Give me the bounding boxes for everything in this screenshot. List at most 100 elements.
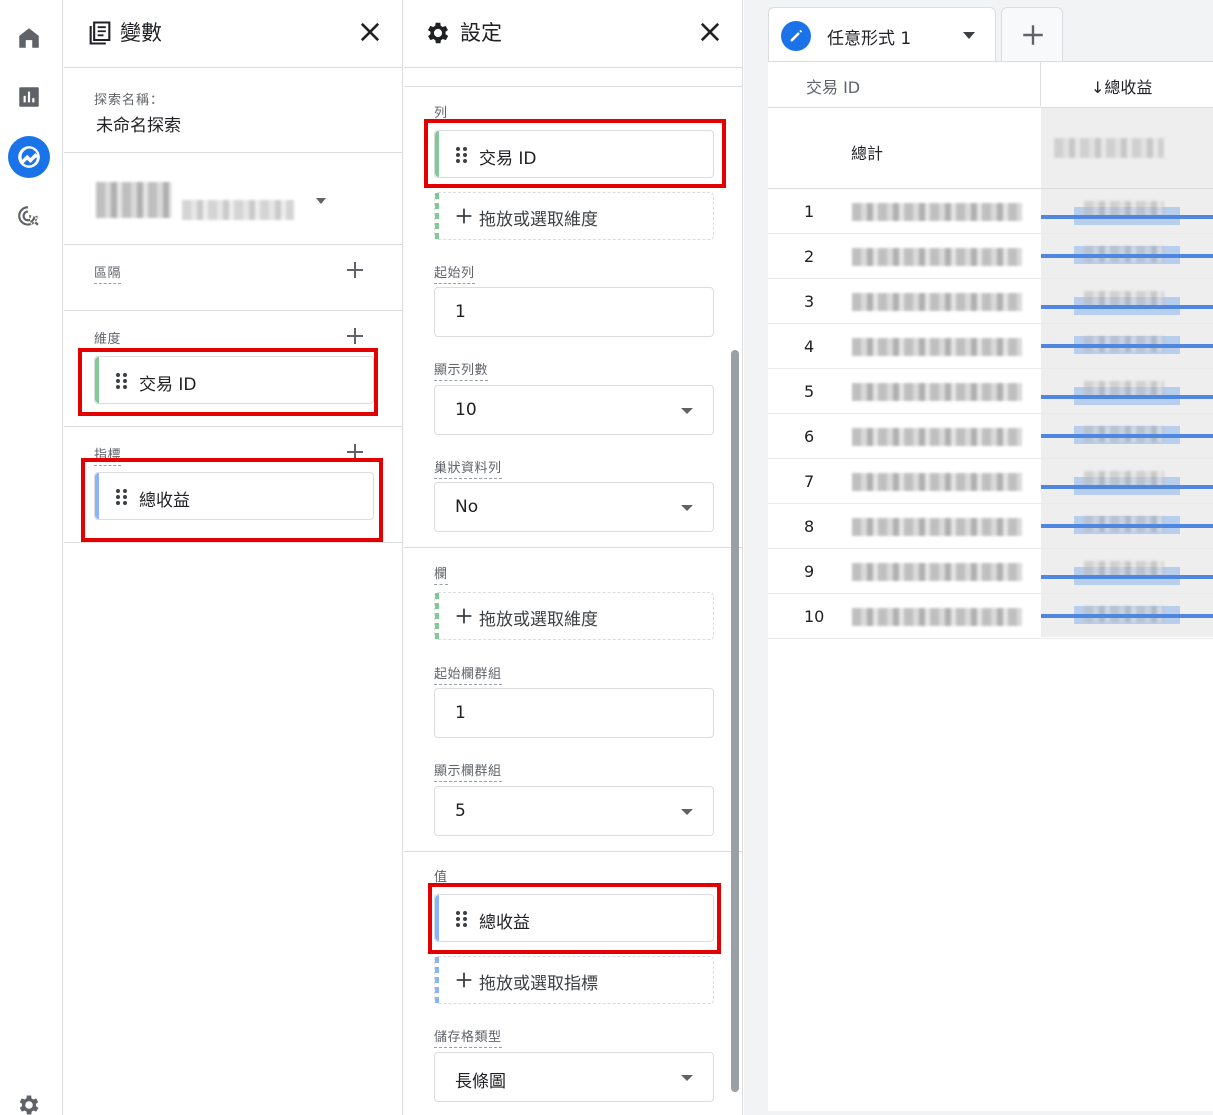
divider: [404, 86, 742, 87]
metric-chip-label: 總收益: [139, 491, 190, 511]
gear-icon[interactable]: [8, 1084, 50, 1115]
tab-freeform[interactable]: 任意形式 1: [768, 7, 996, 61]
chevron-down-icon: [681, 1075, 693, 1081]
redacted-transaction-id: [852, 248, 1022, 266]
add-tab-button[interactable]: [1001, 7, 1063, 61]
start-row-input[interactable]: 1: [434, 287, 714, 337]
rows-drop-label: 拖放或選取維度: [479, 210, 598, 230]
nested-rows-label: 巢狀資料列: [434, 457, 502, 479]
revenue-bar: [1041, 485, 1213, 489]
metric-color-bar: [435, 895, 439, 941]
redacted-transaction-id: [852, 608, 1022, 626]
start-row-value: 1: [455, 302, 466, 322]
table-row[interactable]: 4: [768, 324, 1213, 369]
table-row[interactable]: 9: [768, 549, 1213, 594]
divider: [404, 851, 742, 852]
metric-color-bar: [95, 473, 99, 519]
show-col-groups-select[interactable]: 5: [434, 786, 714, 836]
table-row[interactable]: 1: [768, 189, 1213, 234]
date-range-selector[interactable]: [94, 178, 334, 224]
exploration-name[interactable]: 未命名探索: [96, 111, 181, 136]
show-col-groups-label: 顯示欄群組: [434, 760, 502, 782]
chevron-down-icon[interactable]: [963, 32, 975, 39]
plus-icon: [347, 328, 363, 344]
redacted-transaction-id: [852, 383, 1022, 401]
show-rows-select[interactable]: 10: [434, 385, 714, 435]
row-number: 7: [804, 472, 815, 491]
advertising-icon[interactable]: [8, 196, 50, 238]
redacted-transaction-id: [852, 293, 1022, 311]
row-number: 8: [804, 517, 815, 536]
revenue-bar: [1041, 215, 1213, 219]
table-row[interactable]: 6: [768, 414, 1213, 459]
rows-drop-zone[interactable]: 拖放或選取維度: [434, 192, 714, 240]
redacted-total-value: [1054, 138, 1164, 158]
settings-panel: 設定 列 交易 ID 拖放或選取維度 起始列 1 顯示列數 10 巢狀資料列 N…: [404, 0, 743, 1115]
columns-drop-zone[interactable]: 拖放或選取維度: [434, 592, 714, 640]
drag-handle-icon[interactable]: [455, 146, 469, 164]
dimension-color-bar: [435, 131, 439, 177]
plus-icon: [1023, 25, 1043, 45]
table-row[interactable]: 2: [768, 234, 1213, 279]
values-drop-label: 拖放或選取指標: [479, 974, 598, 994]
start-col-group-input[interactable]: 1: [434, 688, 714, 738]
revenue-bar: [1041, 434, 1213, 438]
rows-dimension-chip[interactable]: 交易 ID: [434, 130, 714, 178]
row-number: 10: [804, 607, 825, 626]
add-metric-button[interactable]: [343, 440, 367, 464]
start-row-label: 起始列: [434, 262, 475, 284]
variables-title: 變數: [120, 21, 162, 45]
dimension-chip[interactable]: 交易 ID: [94, 356, 374, 404]
revenue-bar: [1041, 344, 1213, 348]
add-segment-button[interactable]: [343, 258, 367, 282]
plus-icon: [347, 262, 363, 278]
settings-header: 設定: [404, 0, 742, 68]
table-row[interactable]: 7: [768, 459, 1213, 504]
chevron-down-icon: [681, 809, 693, 815]
values-metric-chip[interactable]: 總收益: [434, 894, 714, 942]
row-divider: [768, 638, 1213, 639]
row-number: 1: [804, 202, 815, 221]
drag-handle-icon[interactable]: [455, 910, 469, 928]
drag-handle-icon[interactable]: [115, 372, 129, 390]
rows-label: 列: [434, 106, 448, 121]
close-icon[interactable]: [696, 18, 724, 46]
plus-icon: [347, 444, 363, 460]
reports-icon[interactable]: [8, 76, 50, 118]
start-col-group-label: 起始欄群組: [434, 663, 502, 685]
dimensions-label: 維度: [94, 328, 122, 350]
table-row[interactable]: 10: [768, 594, 1213, 639]
exploration-name-label: 探索名稱：: [94, 93, 165, 108]
table-row[interactable]: 3: [768, 279, 1213, 324]
plus-icon: [456, 208, 472, 224]
metric-chip[interactable]: 總收益: [94, 472, 374, 520]
add-dimension-button[interactable]: [343, 324, 367, 348]
column-header-transaction-id[interactable]: 交易 ID: [806, 74, 860, 98]
gear-icon: [427, 22, 449, 44]
freeform-table: 交易 ID ↓總收益 總計 1 2 3 4 5 6 7 8 9 10: [768, 61, 1213, 1111]
column-header-total-revenue[interactable]: ↓總收益: [1091, 74, 1152, 98]
nested-rows-select[interactable]: No: [434, 482, 714, 532]
tab-name: 任意形式 1: [827, 29, 912, 49]
close-icon[interactable]: [356, 18, 384, 46]
row-number: 6: [804, 427, 815, 446]
divider: [64, 152, 402, 153]
cell-type-label: 儲存格類型: [434, 1026, 502, 1048]
settings-title: 設定: [460, 21, 502, 45]
totals-row: 總計: [768, 107, 1213, 189]
explore-icon[interactable]: [8, 136, 50, 178]
drag-handle-icon[interactable]: [115, 488, 129, 506]
redacted-date: [182, 200, 294, 220]
values-drop-zone[interactable]: 拖放或選取指標: [434, 956, 714, 1004]
variables-icon: [89, 21, 111, 45]
scrollbar-thumb[interactable]: [731, 350, 739, 1092]
table-row[interactable]: 5: [768, 369, 1213, 414]
pencil-icon: [781, 21, 811, 51]
divider: [64, 426, 402, 427]
table-row[interactable]: 8: [768, 504, 1213, 549]
plus-icon: [456, 972, 472, 988]
column-separator: [1040, 62, 1041, 106]
show-rows-label: 顯示列數: [434, 359, 489, 381]
cell-type-select[interactable]: 長條圖: [434, 1052, 714, 1102]
home-icon[interactable]: [8, 17, 50, 59]
